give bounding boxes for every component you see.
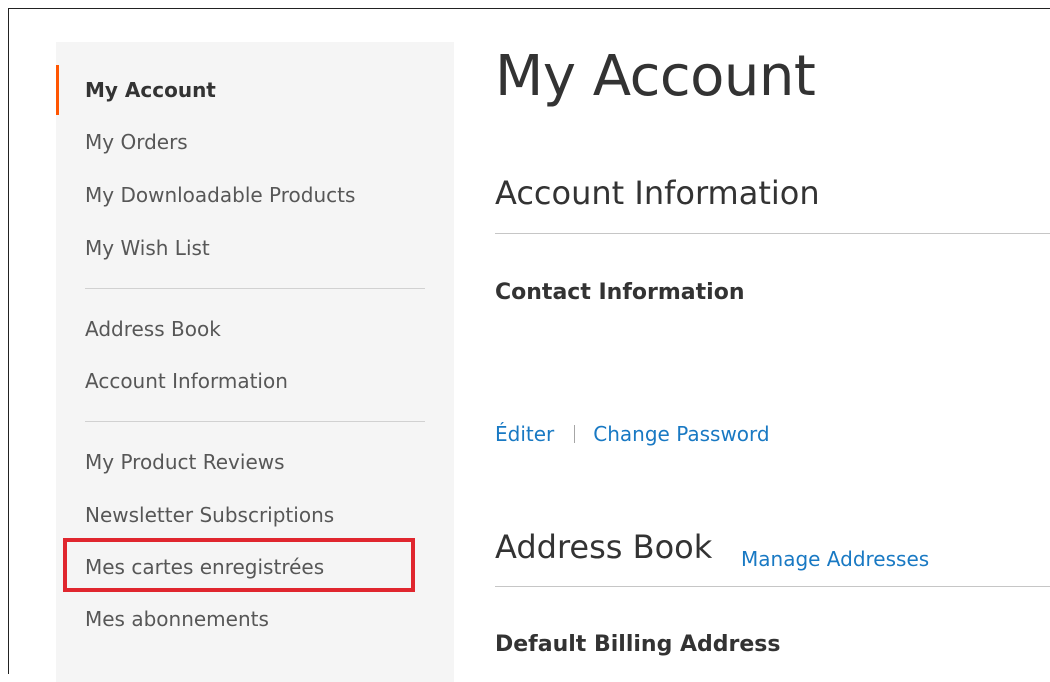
sidebar-item-my-wish-list[interactable]: My Wish List xyxy=(85,234,210,262)
contact-actions: Éditer Change Password xyxy=(495,420,770,448)
account-main-content: My Account Account Information Contact I… xyxy=(495,9,1050,675)
section-divider xyxy=(495,586,1050,587)
account-sidebar-nav: My Account My Orders My Downloadable Pro… xyxy=(56,42,454,682)
edit-link[interactable]: Éditer xyxy=(495,420,554,448)
sidebar-item-mes-abonnements[interactable]: Mes abonnements xyxy=(85,605,269,633)
highlight-annotation-box xyxy=(63,538,415,592)
sidebar-item-my-account[interactable]: My Account xyxy=(85,76,216,104)
sidebar-item-my-downloadable-products[interactable]: My Downloadable Products xyxy=(85,181,355,209)
action-separator xyxy=(574,425,576,443)
section-divider xyxy=(495,233,1050,234)
manage-addresses-link[interactable]: Manage Addresses xyxy=(741,545,929,573)
sidebar-item-account-information[interactable]: Account Information xyxy=(85,367,288,395)
page-frame: My Account My Orders My Downloadable Pro… xyxy=(8,8,1050,682)
account-information-heading: Account Information xyxy=(495,174,820,212)
address-book-heading: Address Book xyxy=(495,528,713,566)
contact-information-heading: Contact Information xyxy=(495,280,745,305)
page-title: My Account xyxy=(495,44,816,109)
sidebar-divider xyxy=(85,421,425,422)
sidebar-item-my-product-reviews[interactable]: My Product Reviews xyxy=(85,448,285,476)
sidebar-divider xyxy=(85,288,425,289)
current-item-indicator xyxy=(56,65,59,115)
sidebar-item-my-orders[interactable]: My Orders xyxy=(85,128,188,156)
sidebar-item-newsletter-subscriptions[interactable]: Newsletter Subscriptions xyxy=(85,501,334,529)
default-billing-address-heading: Default Billing Address xyxy=(495,632,781,657)
sidebar-item-address-book[interactable]: Address Book xyxy=(85,315,221,343)
change-password-link[interactable]: Change Password xyxy=(593,420,769,448)
